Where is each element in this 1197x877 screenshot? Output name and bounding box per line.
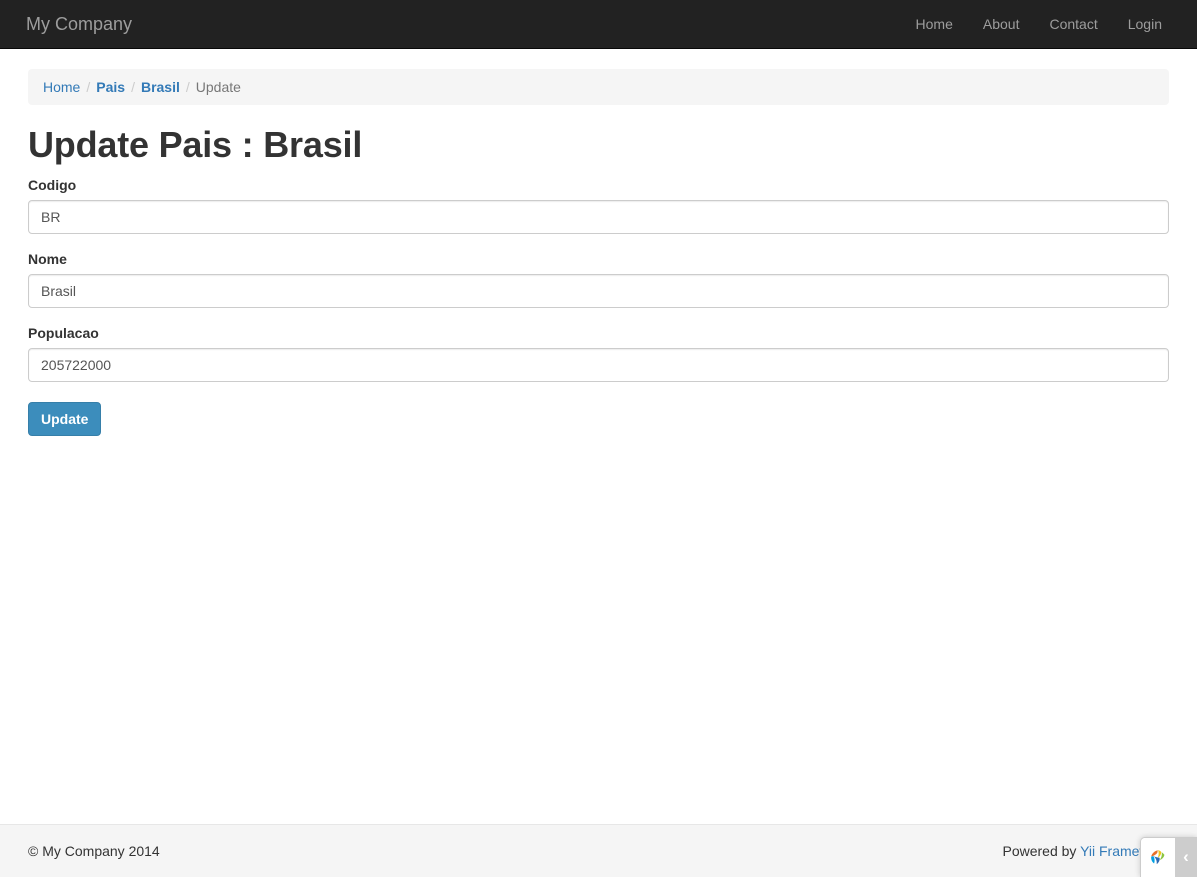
label-codigo: Codigo [28, 176, 77, 193]
page-footer: © My Company 2014 Powered by Yii Framewo… [0, 824, 1197, 877]
breadcrumb-item-pais: Pais [96, 77, 125, 97]
breadcrumb-link-brasil[interactable]: Brasil [141, 77, 180, 97]
yii-logo-glyph [1151, 849, 1165, 864]
nav-item-home: Home [901, 0, 968, 48]
page-title: Update Pais : Brasil [28, 124, 363, 165]
label-nome: Nome [28, 250, 67, 267]
page: My Company Home About Contact Login Home… [0, 0, 1197, 877]
debug-toolbar-toggle-icon[interactable]: ‹ [1175, 838, 1197, 877]
top-navbar: My Company Home About Contact Login [0, 0, 1197, 49]
breadcrumb-link-pais[interactable]: Pais [96, 77, 125, 97]
form-group-populacao: Populacao [28, 323, 1169, 382]
breadcrumb-separator: / [125, 77, 141, 97]
nav-item-contact: Contact [1034, 0, 1112, 48]
nav-item-about: About [968, 0, 1035, 48]
nav-link-contact[interactable]: Contact [1034, 0, 1112, 48]
main-container: Home / Pais / Brasil / Update Update Pai… [28, 69, 1169, 436]
input-populacao[interactable] [28, 347, 1169, 382]
breadcrumb-item-brasil: Brasil [141, 77, 180, 97]
nav-link-home[interactable]: Home [901, 0, 968, 48]
nav-item-login: Login [1113, 0, 1177, 48]
navbar-menu: Home About Contact Login [901, 0, 1177, 48]
breadcrumb-item-update: Update [196, 77, 241, 97]
footer-inner: © My Company 2014 Powered by Yii Framewo… [28, 825, 1169, 877]
yii-debug-toolbar[interactable]: ‹ [1140, 837, 1197, 877]
breadcrumb-separator: / [80, 77, 96, 97]
update-pais-form: Codigo Nome Populacao Update [28, 175, 1169, 436]
input-nome[interactable] [28, 273, 1169, 308]
footer-copyright: © My Company 2014 [28, 843, 160, 859]
breadcrumb-active-label: Update [195, 79, 241, 95]
footer-powered-prefix: Powered by [1002, 843, 1081, 859]
form-group-nome: Nome [28, 249, 1169, 308]
breadcrumb-link-home[interactable]: Home [43, 77, 80, 97]
label-populacao: Populacao [28, 324, 99, 341]
breadcrumb: Home / Pais / Brasil / Update [28, 69, 1169, 105]
breadcrumb-separator-glyph: / [86, 79, 91, 95]
breadcrumb-item-home: Home [43, 77, 80, 97]
breadcrumb-separator-glyph: / [185, 79, 190, 95]
navbar-brand[interactable]: My Company [26, 0, 132, 48]
update-submit-button[interactable]: Update [28, 401, 102, 436]
input-codigo[interactable] [28, 199, 1169, 234]
nav-link-about[interactable]: About [968, 0, 1035, 48]
breadcrumb-separator: / [180, 77, 196, 97]
breadcrumb-separator-glyph: / [131, 79, 135, 95]
nav-link-login[interactable]: Login [1113, 0, 1177, 48]
form-group-codigo: Codigo [28, 175, 1169, 234]
yii-logo-icon[interactable] [1141, 838, 1175, 877]
